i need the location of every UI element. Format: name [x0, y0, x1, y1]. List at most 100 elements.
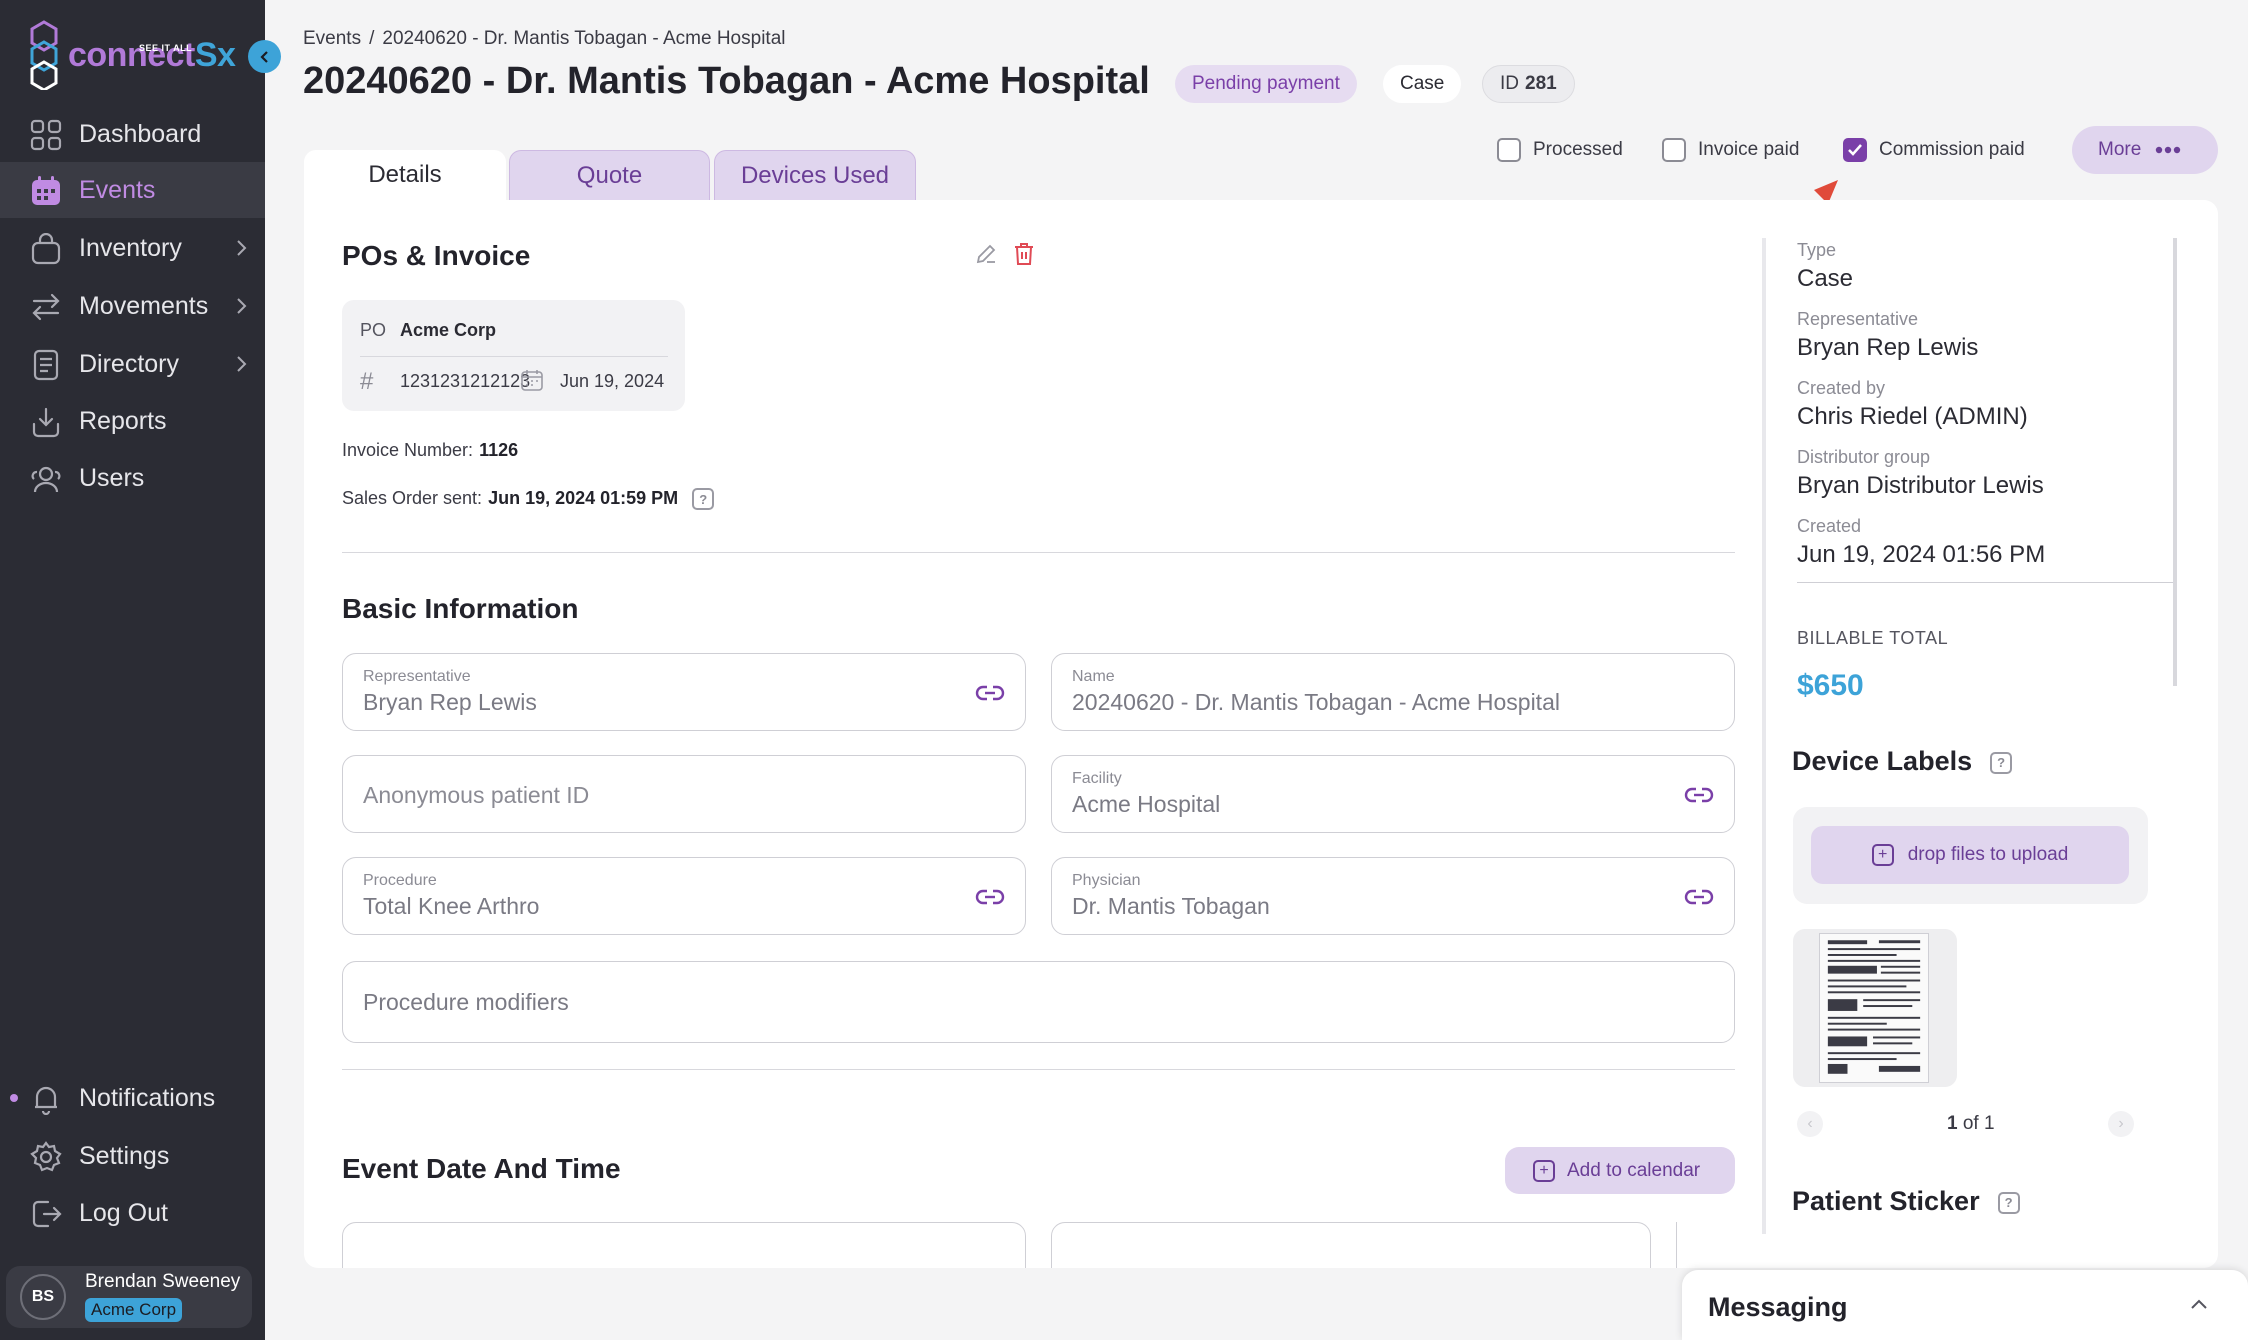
time-field[interactable] — [1051, 1222, 1651, 1268]
chevron-up-icon[interactable] — [2190, 1298, 2208, 1310]
field-label: Representative — [363, 668, 471, 685]
processed-checkbox[interactable]: Processed — [1497, 137, 1623, 163]
name-field[interactable]: Name 20240620 - Dr. Mantis Tobagan - Acm… — [1051, 653, 1735, 731]
representative-field[interactable]: Representative Bryan Rep Lewis — [342, 653, 1026, 731]
checkbox-box[interactable] — [1497, 138, 1521, 162]
checkbox-box[interactable] — [1662, 138, 1686, 162]
nav-movements[interactable]: Movements — [0, 278, 265, 334]
nav-reports[interactable]: Reports — [0, 393, 265, 449]
device-labels-dropzone[interactable]: + drop files to upload — [1793, 807, 2148, 904]
date-field[interactable] — [342, 1222, 1026, 1268]
upload-button[interactable]: + drop files to upload — [1811, 826, 2129, 884]
tab-devices-used[interactable]: Devices Used — [714, 150, 916, 200]
chevron-right-icon — [237, 356, 247, 372]
book-icon — [33, 349, 59, 381]
link-icon[interactable] — [1684, 886, 1714, 908]
nav-dashboard[interactable]: Dashboard — [0, 106, 265, 162]
billable-total-label: BILLABLE TOTAL — [1797, 628, 1949, 648]
date-fields-row — [342, 1222, 1735, 1268]
nav-label: Events — [79, 175, 156, 204]
summary-divider — [1797, 582, 2173, 583]
po-box: PO Acme Corp # 1231231212123 Jun 19, 202… — [342, 300, 685, 411]
device-labels-title: Device Labels? — [1792, 746, 2013, 777]
messaging-panel[interactable]: Messaging — [1682, 1270, 2248, 1340]
created-value: Jun 19, 2024 01:56 PM — [1797, 541, 2046, 568]
nav-events[interactable]: Events — [0, 162, 265, 218]
nav-logout[interactable]: Log Out — [0, 1185, 265, 1241]
tab-quote[interactable]: Quote — [509, 150, 710, 200]
patient-sticker-title-text: Patient Sticker — [1792, 1186, 1980, 1216]
sales-order-label: Sales Order sent: — [342, 488, 483, 508]
upload-label: drop files to upload — [1907, 844, 2069, 865]
prev-page-button[interactable]: ‹ — [1797, 1111, 1823, 1137]
nav-users[interactable]: Users — [0, 450, 265, 506]
invoice-paid-checkbox[interactable]: Invoice paid — [1662, 137, 1799, 163]
scrollbar[interactable] — [2173, 238, 2177, 686]
edit-icon[interactable] — [974, 242, 998, 266]
patient-sticker-title: Patient Sticker? — [1792, 1186, 2020, 1217]
nav-label: Directory — [79, 349, 180, 378]
id-label: ID — [1500, 73, 1519, 94]
extra-field[interactable] — [1676, 1222, 1735, 1268]
help-icon[interactable]: ? — [692, 488, 715, 511]
add-to-calendar-button[interactable]: + Add to calendar — [1505, 1147, 1735, 1194]
anonymous-patient-id-input[interactable]: Anonymous patient ID — [342, 755, 1026, 833]
breadcrumb-events-link[interactable]: Events — [303, 28, 361, 49]
id-badge: ID 281 — [1482, 65, 1575, 103]
po-divider — [360, 356, 668, 357]
dashboard-icon — [30, 119, 62, 151]
section-divider — [342, 552, 1735, 553]
users-icon — [31, 466, 61, 493]
collapse-sidebar-button[interactable] — [248, 40, 281, 73]
breadcrumb-separator: / — [369, 28, 375, 49]
basic-info-title: Basic Information — [342, 593, 579, 624]
bag-icon — [31, 233, 61, 265]
section-divider — [342, 1069, 1735, 1070]
procedure-modifiers-input[interactable]: Procedure modifiers — [342, 961, 1735, 1043]
sales-order-sent: Sales Order sent: Jun 19, 2024 01:59 PM? — [342, 488, 715, 511]
nav-label: Notifications — [79, 1083, 216, 1112]
user-org-badge: Acme Corp — [85, 1298, 183, 1322]
next-page-button[interactable]: › — [2108, 1111, 2134, 1137]
field-value: Bryan Rep Lewis — [363, 689, 537, 715]
breadcrumb: Events / 20240620 - Dr. Mantis Tobagan - A… — [303, 28, 785, 50]
link-icon[interactable] — [975, 682, 1005, 704]
nav-directory[interactable]: Directory — [0, 336, 265, 392]
chevron-right-icon — [237, 298, 247, 314]
checkbox-box-checked[interactable] — [1843, 138, 1867, 162]
help-icon[interactable]: ? — [1990, 751, 2013, 774]
invoice-value: 1126 — [479, 440, 519, 460]
trash-icon[interactable] — [1012, 241, 1036, 267]
nav-label: Users — [79, 463, 145, 492]
document-preview-icon — [1819, 933, 1929, 1083]
status-badge: Pending payment — [1175, 65, 1357, 103]
field-label: Procedure — [363, 872, 437, 889]
procedure-field[interactable]: Procedure Total Knee Arthro — [342, 857, 1026, 935]
facility-field[interactable]: Facility Acme Hospital — [1051, 755, 1735, 833]
logo-icon — [30, 20, 58, 90]
pager-current: 1 — [1947, 1113, 1958, 1134]
bell-icon — [35, 1086, 57, 1115]
logo[interactable]: connectSx — [30, 20, 236, 90]
device-label-thumbnail[interactable] — [1793, 929, 1957, 1087]
invoice-label: Invoice Number: — [342, 440, 474, 460]
rep-value: Bryan Rep Lewis — [1797, 334, 1979, 361]
link-icon[interactable] — [1684, 784, 1714, 806]
created-by-value: Chris Riedel (ADMIN) — [1797, 403, 2028, 430]
help-icon[interactable]: ? — [1997, 1191, 2020, 1214]
logout-icon — [32, 1200, 62, 1228]
user-card[interactable]: BS Brendan Sweeney Acme Corp — [6, 1266, 252, 1328]
type-value: Case — [1797, 265, 1854, 292]
po-org: Acme Corp — [400, 320, 497, 340]
field-placeholder: Procedure modifiers — [363, 989, 569, 1015]
nav-inventory[interactable]: Inventory — [0, 220, 265, 276]
nav-settings[interactable]: Settings — [0, 1128, 265, 1184]
physician-field[interactable]: Physician Dr. Mantis Tobagan — [1051, 857, 1735, 935]
more-button[interactable]: More — [2072, 126, 2218, 174]
nav-notifications[interactable]: Notifications — [0, 1070, 265, 1126]
nav-label: Settings — [79, 1141, 170, 1170]
tab-details[interactable]: Details — [304, 150, 506, 200]
link-icon[interactable] — [975, 886, 1005, 908]
sales-order-value: Jun 19, 2024 01:59 PM — [488, 488, 679, 508]
commission-paid-checkbox[interactable]: Commission paid — [1843, 137, 2025, 163]
